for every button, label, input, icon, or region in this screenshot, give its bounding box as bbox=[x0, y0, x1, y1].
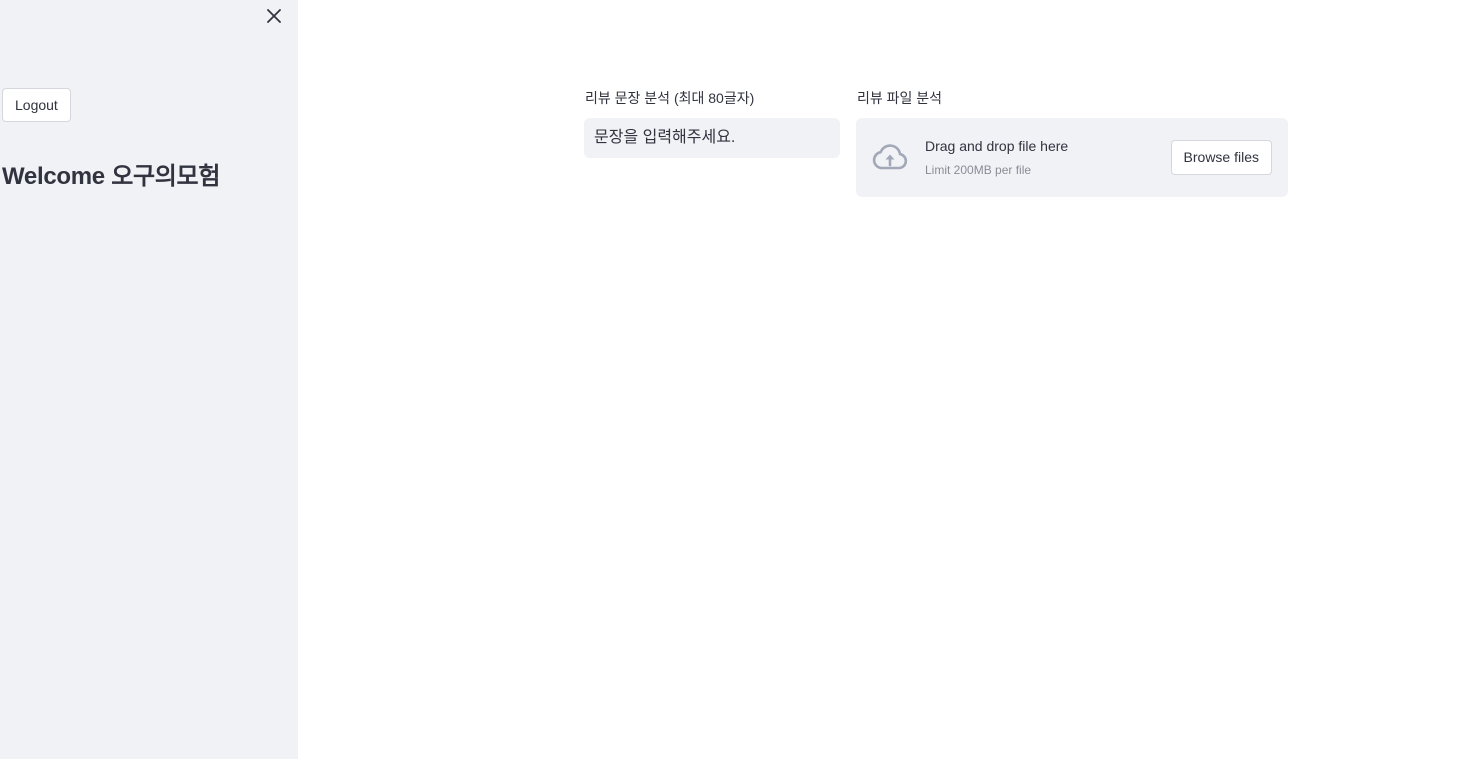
browse-files-button[interactable]: Browse files bbox=[1170, 140, 1272, 175]
dropzone-title: Drag and drop file here bbox=[925, 138, 1069, 154]
review-text-section: 리뷰 문장 분석 (최대 80글자) bbox=[584, 88, 840, 158]
close-icon[interactable] bbox=[264, 6, 284, 26]
app-root: Logout Welcome 오구의모험 리뷰 문장 분석 (최대 80글자) … bbox=[0, 0, 1473, 759]
welcome-heading: Welcome 오구의모험 bbox=[2, 163, 221, 190]
file-dropzone[interactable]: Drag and drop file here Limit 200MB per … bbox=[856, 118, 1288, 197]
logout-button[interactable]: Logout bbox=[2, 88, 71, 122]
review-text-input[interactable] bbox=[584, 118, 840, 158]
main-content: 리뷰 문장 분석 (최대 80글자) 리뷰 파일 분석 Drag and dro… bbox=[298, 0, 1473, 759]
dropzone-text: Drag and drop file here Limit 200MB per … bbox=[925, 136, 1068, 178]
sidebar: Logout Welcome 오구의모험 bbox=[0, 0, 298, 759]
cloud-upload-icon bbox=[870, 138, 910, 178]
review-file-section: 리뷰 파일 분석 Drag and drop file here Limit 2… bbox=[856, 88, 1288, 197]
review-file-label: 리뷰 파일 분석 bbox=[857, 90, 943, 106]
dropzone-limit: Limit 200MB per file bbox=[925, 163, 1032, 177]
review-text-label: 리뷰 문장 분석 (최대 80글자) bbox=[585, 90, 755, 106]
